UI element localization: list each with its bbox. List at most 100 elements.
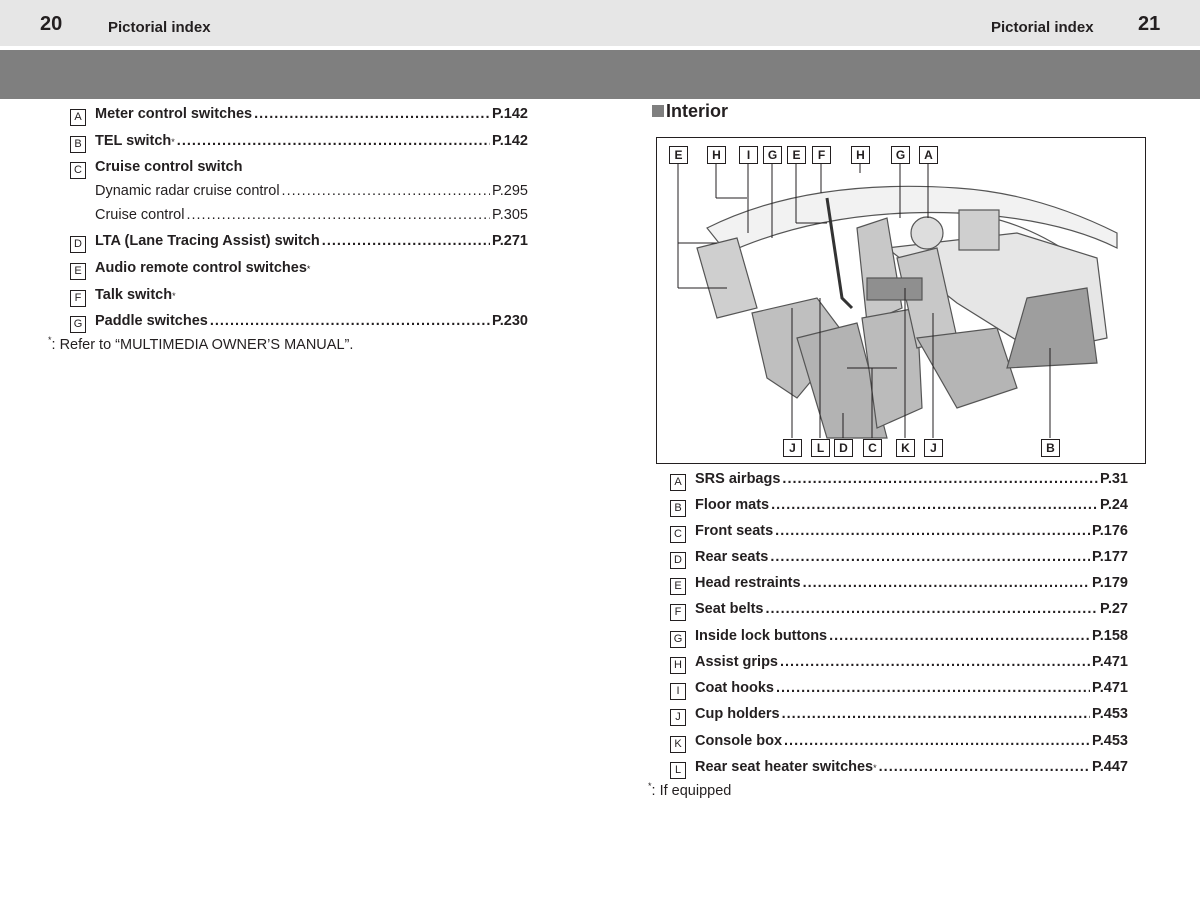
page-ref[interactable]: P.158 bbox=[1092, 626, 1128, 646]
leader-dots: ........................................… bbox=[176, 133, 490, 149]
page-ref[interactable]: P.295 bbox=[492, 181, 528, 201]
page-ref[interactable]: P.230 bbox=[492, 311, 528, 331]
list-item-cruise-control-switch: C Cruise control switch bbox=[70, 157, 528, 179]
item-letter: E bbox=[670, 578, 686, 595]
item-letter: A bbox=[70, 109, 86, 126]
item-letter: J bbox=[670, 709, 686, 726]
leader-dots: ........................................… bbox=[802, 575, 1090, 591]
list-item-rear-seat-heater[interactable]: L Rear seat heater switches * ...........… bbox=[670, 757, 1128, 779]
list-item-srs-airbags[interactable]: A SRS airbags ..........................… bbox=[670, 469, 1128, 491]
sub-item-dynamic-radar[interactable]: Dynamic radar cruise control ...........… bbox=[95, 181, 528, 201]
list-item-rear-seats[interactable]: D Rear seats ...........................… bbox=[670, 547, 1128, 569]
callout-label: E bbox=[787, 146, 806, 164]
item-label: Coat hooks bbox=[695, 680, 774, 696]
leader-dots: ........................................… bbox=[781, 706, 1090, 722]
page-ref[interactable]: P.471 bbox=[1092, 678, 1128, 698]
item-label: Front seats bbox=[695, 523, 774, 539]
page-ref[interactable]: P.471 bbox=[1092, 652, 1128, 672]
list-item-inside-lock-buttons[interactable]: G Inside lock buttons ..................… bbox=[670, 626, 1128, 648]
leader-dots: ........................................… bbox=[209, 313, 490, 329]
page-ref[interactable]: P.453 bbox=[1092, 704, 1128, 724]
callout-label: I bbox=[739, 146, 758, 164]
item-letter: E bbox=[70, 263, 86, 280]
leader-dots: ........................................… bbox=[784, 733, 1090, 749]
callout-label: B bbox=[1041, 439, 1060, 457]
leader-dots: ........................................… bbox=[782, 471, 1098, 487]
item-letter: I bbox=[670, 683, 686, 700]
leader-dots: ........................................… bbox=[765, 601, 1099, 617]
callout-label: J bbox=[783, 439, 802, 457]
list-item-audio-remote: E Audio remote control switches * bbox=[70, 258, 528, 280]
leader-dots: ........................................… bbox=[254, 106, 490, 122]
item-letter: C bbox=[670, 526, 686, 543]
list-item-lta-switch[interactable]: D LTA (Lane Tracing Assist) switch .....… bbox=[70, 231, 528, 253]
sub-item-cruise-control[interactable]: Cruise control .........................… bbox=[95, 205, 528, 225]
leader-dots: ........................................… bbox=[771, 497, 1098, 513]
leader-dots: ........................................… bbox=[775, 523, 1090, 539]
page-ref[interactable]: P.177 bbox=[1092, 547, 1128, 567]
item-label: Console box bbox=[695, 733, 783, 749]
page-ref[interactable]: P.305 bbox=[492, 205, 528, 225]
page-ref[interactable]: P.447 bbox=[1092, 757, 1128, 777]
page-ref[interactable]: P.176 bbox=[1092, 521, 1128, 541]
callout-label: K bbox=[896, 439, 915, 457]
leader-dots: ........................................… bbox=[878, 759, 1090, 775]
callout-label: D bbox=[834, 439, 853, 457]
list-item-tel-switch[interactable]: B TEL switch * ..........................… bbox=[70, 131, 528, 153]
list-item-seat-belts[interactable]: F Seat belts ...........................… bbox=[670, 599, 1128, 621]
item-label: Meter control switches bbox=[95, 106, 253, 122]
page-ref[interactable]: P.27 bbox=[1100, 599, 1128, 619]
item-label: Assist grips bbox=[695, 654, 778, 670]
callout-label: G bbox=[891, 146, 910, 164]
list-item-coat-hooks[interactable]: I Coat hooks ...........................… bbox=[670, 678, 1128, 700]
item-letter: K bbox=[670, 736, 686, 753]
list-item-assist-grips[interactable]: H Assist grips .........................… bbox=[670, 652, 1128, 674]
item-label: Head restraints bbox=[695, 575, 801, 591]
page-ref[interactable]: P.24 bbox=[1100, 495, 1128, 515]
page-ref[interactable]: P.31 bbox=[1100, 469, 1128, 489]
list-item-floor-mats[interactable]: B Floor mats ...........................… bbox=[670, 495, 1128, 517]
item-letter: F bbox=[670, 604, 686, 621]
left-page-number: 20 bbox=[40, 13, 63, 35]
right-footnote: *: If equipped bbox=[648, 782, 732, 799]
leader-dots: ........................................… bbox=[780, 654, 1090, 670]
item-label: Rear seats bbox=[695, 549, 769, 565]
leader-dots: ........................................… bbox=[281, 183, 490, 199]
list-item-front-seats[interactable]: C Front seats ..........................… bbox=[670, 521, 1128, 543]
page-ref[interactable]: P.179 bbox=[1092, 573, 1128, 593]
item-label: Cup holders bbox=[695, 706, 780, 722]
item-letter: F bbox=[70, 290, 86, 307]
item-letter: G bbox=[70, 316, 86, 333]
footnote-text: : If equipped bbox=[651, 783, 732, 799]
list-item-cup-holders[interactable]: J Cup holders ..........................… bbox=[670, 704, 1128, 726]
leader-dots: ........................................… bbox=[186, 207, 490, 223]
page-ref[interactable]: P.142 bbox=[492, 131, 528, 151]
item-label: Cruise control bbox=[95, 207, 185, 223]
car-interior-drawing bbox=[677, 163, 1118, 439]
item-letter: A bbox=[670, 474, 686, 491]
list-item-head-restraints[interactable]: E Head restraints ......................… bbox=[670, 573, 1128, 595]
section-title-interior: Interior bbox=[652, 101, 728, 122]
list-item-paddle-switches[interactable]: G Paddle switches ......................… bbox=[70, 311, 528, 333]
item-letter: B bbox=[70, 136, 86, 153]
callout-label: G bbox=[763, 146, 782, 164]
item-label: SRS airbags bbox=[695, 471, 781, 487]
item-label: LTA (Lane Tracing Assist) switch bbox=[95, 233, 320, 249]
page-ref[interactable]: P.271 bbox=[492, 231, 528, 251]
page-ref[interactable]: P.142 bbox=[492, 104, 528, 124]
item-letter: D bbox=[70, 236, 86, 253]
footnote-text: : Refer to “MULTIMEDIA OWNER’S MANUAL”. bbox=[51, 337, 354, 353]
callout-label: J bbox=[924, 439, 943, 457]
item-letter: H bbox=[670, 657, 686, 674]
leader-dots: ...................................... bbox=[321, 233, 490, 249]
callout-label: E bbox=[669, 146, 688, 164]
list-item-talk-switch: F Talk switch * bbox=[70, 285, 528, 307]
item-letter: D bbox=[670, 552, 686, 569]
callout-label: L bbox=[811, 439, 830, 457]
left-page-title: Pictorial index bbox=[108, 19, 211, 36]
right-page-number: 21 bbox=[1138, 13, 1161, 35]
page-ref[interactable]: P.453 bbox=[1092, 731, 1128, 751]
list-item-console-box[interactable]: K Console box ..........................… bbox=[670, 731, 1128, 753]
item-letter: C bbox=[70, 162, 86, 179]
list-item-meter-control[interactable]: A Meter control switches ...............… bbox=[70, 104, 528, 126]
